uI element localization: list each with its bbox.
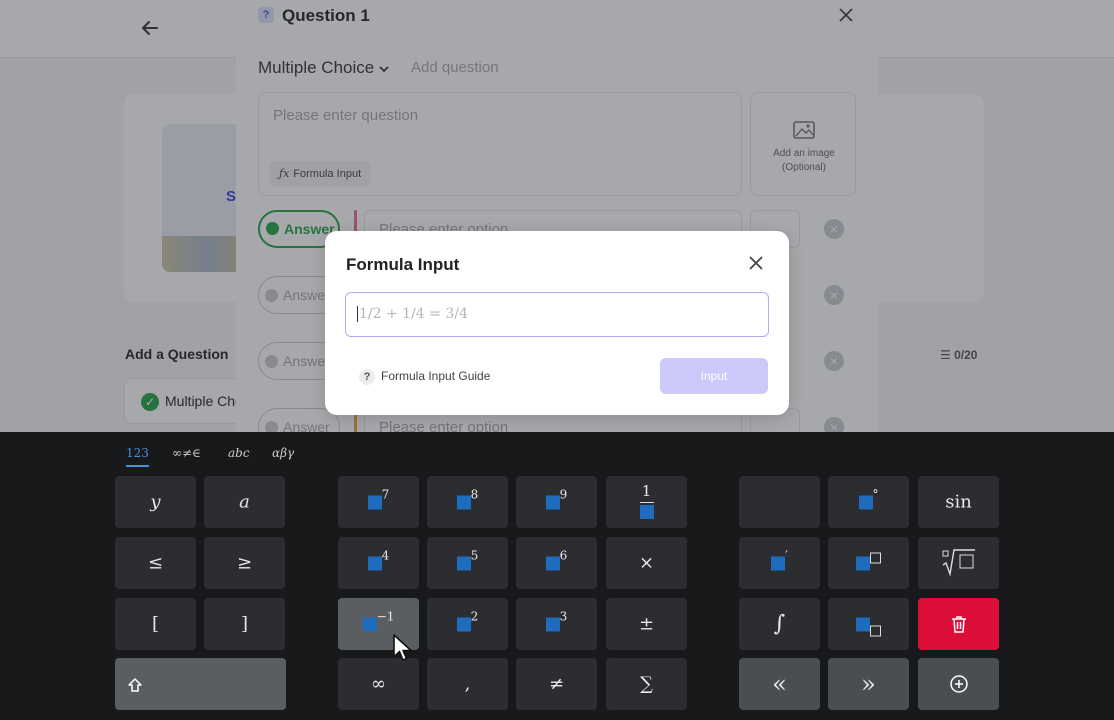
placeholder-box-icon (456, 617, 471, 632)
key-label: 2 (470, 609, 479, 624)
key-label: , (464, 673, 471, 695)
key-label: ± (638, 613, 655, 635)
nth-root-icon (942, 549, 975, 577)
key-label: ∫ (773, 611, 786, 637)
key-label: 6 (559, 548, 568, 563)
key-label: × (638, 552, 655, 574)
key-sum[interactable]: ∑ (606, 658, 687, 710)
key-label: ≤ (147, 552, 164, 574)
key-left-bracket[interactable]: [ (115, 598, 196, 650)
placeholder-box-icon (545, 617, 560, 632)
key-superscript[interactable] (828, 537, 909, 589)
circle-plus-icon (950, 675, 968, 693)
placeholder-box-icon (856, 617, 870, 632)
placeholder-box-icon (456, 495, 471, 510)
key-subscript[interactable] (828, 598, 909, 650)
key-power-4[interactable]: 4 (338, 537, 419, 589)
placeholder-box-icon (367, 495, 382, 510)
key-power-5[interactable]: 5 (427, 537, 508, 589)
key-integral[interactable]: ∫ (739, 598, 820, 650)
placeholder-box-icon (362, 617, 377, 632)
key-power-9[interactable]: 9 (516, 476, 597, 528)
key-label: 1 (641, 482, 652, 500)
empty-box-icon (870, 625, 881, 636)
key-label: ∞ (371, 673, 386, 695)
key-label: 4 (381, 548, 390, 563)
key-label: 3 (559, 609, 568, 624)
placeholder-box-icon (456, 556, 471, 571)
key-label: 8 (470, 487, 479, 502)
key-not-equal[interactable]: ≠ (516, 658, 597, 710)
tab-letters[interactable]: abc (228, 446, 250, 460)
key-label: a (239, 491, 250, 513)
placeholder-box-icon (858, 495, 873, 510)
key-greater-equal[interactable]: ≥ (204, 537, 285, 589)
key-a[interactable]: a (204, 476, 285, 528)
tab-greek[interactable]: αβγ (272, 446, 294, 460)
key-label: » (861, 670, 876, 698)
key-cube[interactable]: 3 (516, 598, 597, 650)
key-label: 5 (470, 548, 479, 563)
formula-guide-link[interactable]: ? Formula Input Guide (359, 368, 490, 385)
key-power-6[interactable]: 6 (516, 537, 597, 589)
close-icon[interactable] (746, 253, 766, 273)
key-move-left[interactable]: « (739, 658, 820, 710)
key-right-bracket[interactable]: ] (204, 598, 285, 650)
empty-box-icon (870, 552, 881, 563)
input-button[interactable]: Input (660, 358, 768, 394)
key-label: −1 (376, 609, 395, 624)
key-y[interactable]: y (115, 476, 196, 528)
key-label: ∑ (640, 673, 653, 695)
key-label: « (772, 670, 787, 698)
placeholder-box-icon (639, 505, 654, 519)
key-label: 7 (381, 487, 390, 502)
math-keyboard: 123 ∞≠∈ abc αβγ y a ≤ ≥ [ ] 7 8 9 1 4 5 … (0, 432, 1114, 720)
key-blank[interactable] (739, 476, 820, 528)
key-label: ≥ (236, 552, 253, 574)
key-power-7[interactable]: 7 (338, 476, 419, 528)
help-icon: ? (359, 369, 375, 385)
key-move-right[interactable]: » (828, 658, 909, 710)
key-label: ° (872, 487, 879, 502)
key-label: ≠ (548, 673, 565, 695)
placeholder-box-icon (367, 556, 382, 571)
key-enter[interactable] (918, 658, 999, 710)
formula-placeholder: 1/2 + 1/4 = 3/4 (359, 306, 468, 322)
formula-guide-label: Formula Input Guide (381, 369, 491, 383)
mouse-pointer-icon (393, 634, 412, 661)
key-shift[interactable] (115, 658, 286, 710)
key-degree[interactable]: ° (828, 476, 909, 528)
text-caret (357, 306, 358, 322)
placeholder-box-icon (545, 556, 560, 571)
key-power-8[interactable]: 8 (427, 476, 508, 528)
key-nth-root[interactable] (918, 537, 999, 589)
key-times[interactable]: × (606, 537, 687, 589)
placeholder-box-icon (771, 556, 786, 571)
key-square[interactable]: 2 (427, 598, 508, 650)
key-comma[interactable]: , (427, 658, 508, 710)
key-plus-minus[interactable]: ± (606, 598, 687, 650)
formula-input-field[interactable]: 1/2 + 1/4 = 3/4 (345, 292, 769, 337)
placeholder-box-icon (545, 495, 560, 510)
key-label: 9 (559, 487, 568, 502)
tab-numbers[interactable]: 123 (126, 446, 149, 467)
key-label: ′ (785, 548, 788, 563)
key-sin[interactable]: sin (918, 476, 999, 528)
tab-symbols[interactable]: ∞≠∈ (172, 446, 201, 460)
key-less-equal[interactable]: ≤ (115, 537, 196, 589)
placeholder-box-icon (856, 556, 870, 571)
key-prime[interactable]: ′ (739, 537, 820, 589)
key-label: sin (945, 491, 972, 513)
trash-icon (952, 616, 966, 633)
key-fraction[interactable]: 1 (606, 476, 687, 528)
delete-button[interactable] (918, 598, 999, 650)
key-label: ] (240, 613, 249, 635)
key-label: [ (151, 613, 160, 635)
dialog-title: Formula Input (346, 255, 460, 274)
key-label: y (150, 491, 161, 513)
shift-arrow-icon (128, 678, 142, 692)
key-infinity[interactable]: ∞ (338, 658, 419, 710)
formula-input-dialog: Formula Input 1/2 + 1/4 = 3/4 ? Formula I… (325, 231, 789, 415)
